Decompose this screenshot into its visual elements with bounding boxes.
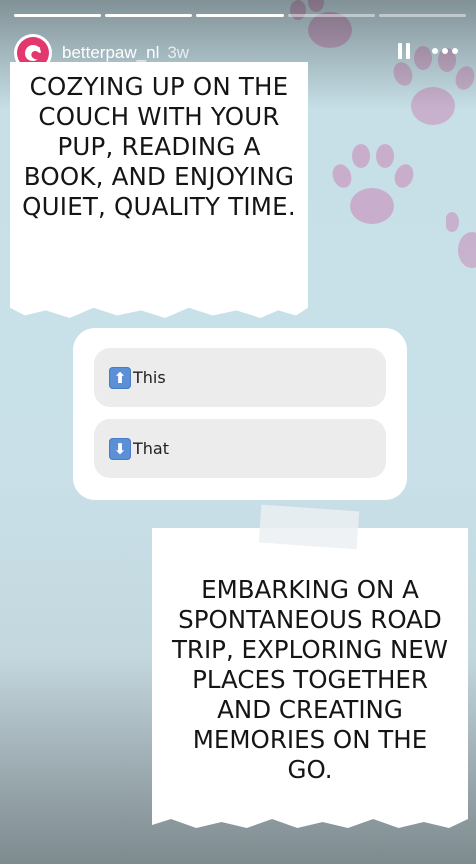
poll-option-this[interactable]: ⬆ This bbox=[94, 348, 386, 407]
poll-option-label: That bbox=[133, 439, 169, 458]
note-top-text: COZYING UP ON THE COUCH WITH YOUR PUP, R… bbox=[22, 72, 296, 221]
poll-option-label: This bbox=[133, 368, 166, 387]
pause-icon[interactable] bbox=[398, 43, 410, 59]
username[interactable]: betterpaw_nl bbox=[62, 43, 159, 63]
progress-segment bbox=[105, 14, 193, 17]
paw-print-decoration bbox=[290, 0, 352, 48]
story-progress-bar bbox=[14, 14, 467, 17]
poll-sticker: ⬆ This ⬇ That bbox=[73, 328, 407, 500]
progress-segment bbox=[287, 14, 375, 17]
tape-decoration bbox=[258, 504, 360, 550]
down-arrow-icon: ⬇ bbox=[109, 437, 131, 460]
up-arrow-icon: ⬆ bbox=[109, 366, 131, 389]
progress-segment bbox=[378, 14, 467, 17]
more-options-icon[interactable] bbox=[432, 48, 458, 54]
story-controls bbox=[398, 43, 458, 59]
poll-option-that[interactable]: ⬇ That bbox=[94, 419, 386, 478]
progress-segment bbox=[196, 14, 284, 17]
post-age: 3w bbox=[167, 43, 190, 62]
paw-print-decoration bbox=[446, 212, 476, 268]
note-bottom-text: EMBARKING ON A SPONTANEOUS ROAD TRIP, EX… bbox=[171, 575, 449, 784]
paw-print-decoration bbox=[332, 144, 414, 224]
progress-segment bbox=[14, 14, 102, 17]
